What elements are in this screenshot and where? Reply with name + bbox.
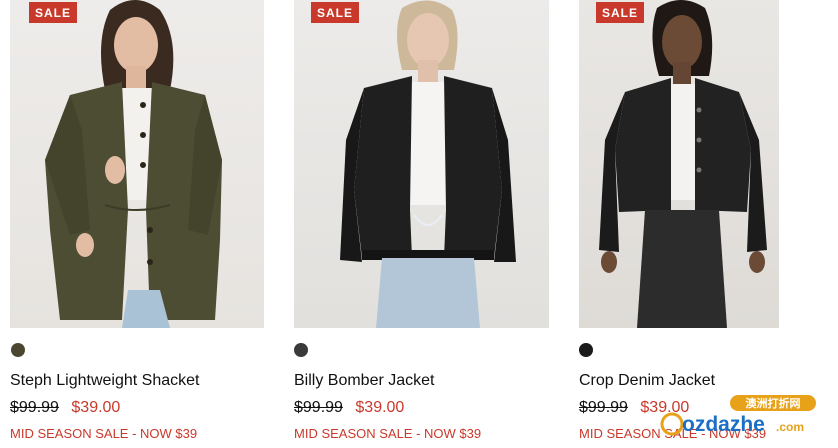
product-image[interactable] <box>294 0 549 328</box>
was-price: $99.99 <box>294 399 343 416</box>
sale-badge: SALE <box>29 2 78 23</box>
product-card[interactable]: SALE Billy Bomber Jacket $99.99 $39.00 M… <box>294 0 549 448</box>
model-figure <box>599 0 767 328</box>
product-name[interactable]: Billy Bomber Jacket <box>294 372 435 390</box>
product-image[interactable] <box>579 0 779 328</box>
sale-badge: SALE <box>596 2 645 23</box>
watermark-top-text: 澳洲打折网 <box>746 396 801 410</box>
model-figure <box>45 0 222 328</box>
watermark-suffix: .com <box>776 420 804 434</box>
promo-text: MID SEASON SALE - NOW $39 <box>294 426 482 441</box>
color-swatch[interactable] <box>11 343 25 357</box>
was-price: $99.99 <box>10 399 59 416</box>
was-price: $99.99 <box>579 399 628 416</box>
price-row: $99.99 $39.00 <box>10 399 120 417</box>
watermark-brand: ozdazhe <box>682 413 765 436</box>
product-grid: SALE Steph Lightweight Shacket $99.99 $3… <box>0 0 838 448</box>
model-figure <box>340 0 516 328</box>
sale-badge: SALE <box>311 2 360 23</box>
now-price: $39.00 <box>355 399 405 416</box>
product-card[interactable]: SALE Steph Lightweight Shacket $99.99 $3… <box>10 0 280 448</box>
product-image[interactable] <box>10 0 264 328</box>
promo-text: MID SEASON SALE - NOW $39 <box>10 426 198 441</box>
color-swatch[interactable] <box>294 343 308 357</box>
product-name[interactable]: Steph Lightweight Shacket <box>10 372 199 390</box>
product-name[interactable]: Crop Denim Jacket <box>579 372 715 390</box>
product-card[interactable]: SALE Crop Denim Jacket $99.99 $39.00 MID… <box>579 0 838 448</box>
color-swatch[interactable] <box>579 343 593 357</box>
watermark-logo: 澳洲打折网 ozdazhe .com <box>660 395 816 436</box>
now-price: $39.00 <box>71 399 121 416</box>
price-row: $99.99 $39.00 <box>294 399 404 417</box>
